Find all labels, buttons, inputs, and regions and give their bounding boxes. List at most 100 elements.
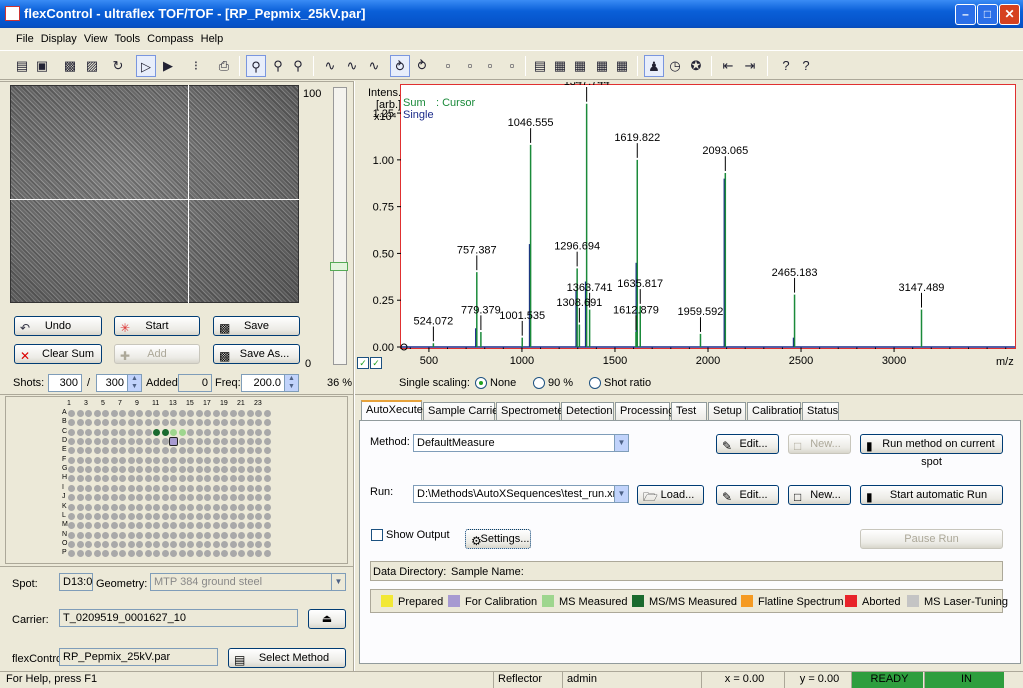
freq-field[interactable]: 200.0 ▲ ▼ [241,374,299,392]
plate-spot[interactable] [102,522,109,530]
plate-spot[interactable] [221,419,228,427]
plate-spot[interactable] [68,550,75,558]
plate-spot[interactable] [195,531,203,539]
plate-spot[interactable] [238,540,245,548]
plate-spot[interactable] [153,540,160,548]
plate-spot[interactable] [238,484,245,492]
plate-spot[interactable] [127,522,135,530]
plate-spot[interactable] [187,531,194,539]
plate-spot[interactable] [263,550,271,558]
plate-spot[interactable] [68,456,75,464]
tab-calibration[interactable]: Calibration [747,402,805,420]
plate-spot[interactable] [76,494,84,502]
plate-spot[interactable] [93,410,101,417]
plate-spot[interactable] [119,428,126,436]
plate-spot[interactable] [229,540,237,548]
context-help-icon[interactable]: ? [796,55,816,77]
plate-spot[interactable] [110,503,118,511]
plate-spot[interactable] [153,494,160,502]
camera-view[interactable] [10,85,299,303]
laser-power-slider[interactable] [333,87,347,365]
load-button[interactable]: 🗁 Load... [637,485,704,505]
plate-spot[interactable] [136,540,143,548]
plate-spot[interactable] [68,503,75,511]
plate-spot[interactable] [221,447,228,455]
plate-spot[interactable] [127,475,135,483]
plate-spot[interactable] [229,531,237,539]
plate-spot[interactable] [85,456,92,464]
plate-spot[interactable] [110,438,118,446]
plate-spot[interactable] [85,540,92,548]
plate-spot[interactable] [110,484,118,492]
plate-spot[interactable] [212,550,220,558]
plate-spot[interactable] [221,550,228,558]
plate-spot[interactable] [255,550,262,558]
plate-spot[interactable] [229,447,237,455]
shots-total-field[interactable]: 300 ▲ ▼ [96,374,142,392]
undo-button[interactable]: ↶ Undo [14,316,102,336]
plate-spot[interactable] [119,447,126,455]
plate-spot[interactable] [170,540,177,548]
plate-spot[interactable] [127,438,135,446]
menu-tools[interactable]: Tools [110,30,143,45]
plate-spot[interactable] [144,494,152,502]
plate-spot[interactable] [212,540,220,548]
plate-spot[interactable] [195,540,203,548]
plate-spot[interactable] [153,456,160,464]
plate-spot[interactable] [178,531,186,539]
plate-spot[interactable] [153,428,160,436]
plate-spot[interactable] [76,512,84,520]
plate-spot[interactable] [93,512,101,520]
plate-spot[interactable] [195,419,203,427]
plate-spot[interactable] [161,522,169,530]
plate-spot[interactable] [204,419,211,427]
plate-spot[interactable] [127,503,135,511]
plate-spot[interactable] [153,484,160,492]
tab-processing[interactable]: Processing [615,402,674,420]
plate-spot[interactable] [246,484,254,492]
plate-spot[interactable] [229,550,237,558]
plate-spot[interactable] [263,494,271,502]
plate-spot[interactable] [144,540,152,548]
eject-left-icon[interactable]: ⇤ [718,55,738,77]
plate-spot[interactable] [195,494,203,502]
plate-spot[interactable] [221,512,228,520]
show-output-checkbox[interactable] [371,529,383,541]
plate-spot[interactable] [212,438,220,446]
plate-spot[interactable] [68,531,75,539]
plate-spot[interactable] [246,531,254,539]
plate-spot[interactable] [178,428,186,436]
plate-spot[interactable] [204,503,211,511]
plate-spot[interactable] [93,494,101,502]
plate-spot[interactable] [229,512,237,520]
plate-spot[interactable] [102,531,109,539]
plate-spot[interactable] [263,466,271,474]
plate-spot[interactable] [110,410,118,417]
plate-spot[interactable] [102,550,109,558]
tab-setup[interactable]: Setup [708,402,746,420]
plate-spot[interactable] [195,522,203,530]
settings-button[interactable]: ⚙ Settings... [465,529,531,549]
plate-spot[interactable] [221,456,228,464]
plate-spot[interactable] [102,456,109,464]
plate-spot[interactable] [204,475,211,483]
plate-spot[interactable] [127,447,135,455]
plate-spot[interactable] [68,410,75,417]
plate-spot[interactable] [221,522,228,530]
plate-spot[interactable] [255,428,262,436]
clock-icon[interactable]: ◷ [665,55,685,77]
sample-plate[interactable]: 1 3 5 7 9 11 13 15 17 19 21 23 A B C D E F G H I J K L M N O P [5,396,348,564]
layout-2-icon[interactable]: ▦ [550,55,570,77]
plate-spot[interactable] [153,503,160,511]
plate-spot[interactable] [238,466,245,474]
plate-spot[interactable] [93,550,101,558]
plate-spot[interactable] [136,522,143,530]
menu-file[interactable]: File [12,30,37,45]
run-method-button[interactable]: ▮ Run method on current spot [860,434,1003,468]
plate-spot[interactable] [102,419,109,427]
plate-spot[interactable] [119,438,126,446]
plate-spot[interactable] [178,438,186,446]
camera-icon[interactable]: ▷ [136,55,156,77]
plate-spot[interactable] [187,512,194,520]
refresh-icon[interactable]: ↻ [108,55,128,77]
